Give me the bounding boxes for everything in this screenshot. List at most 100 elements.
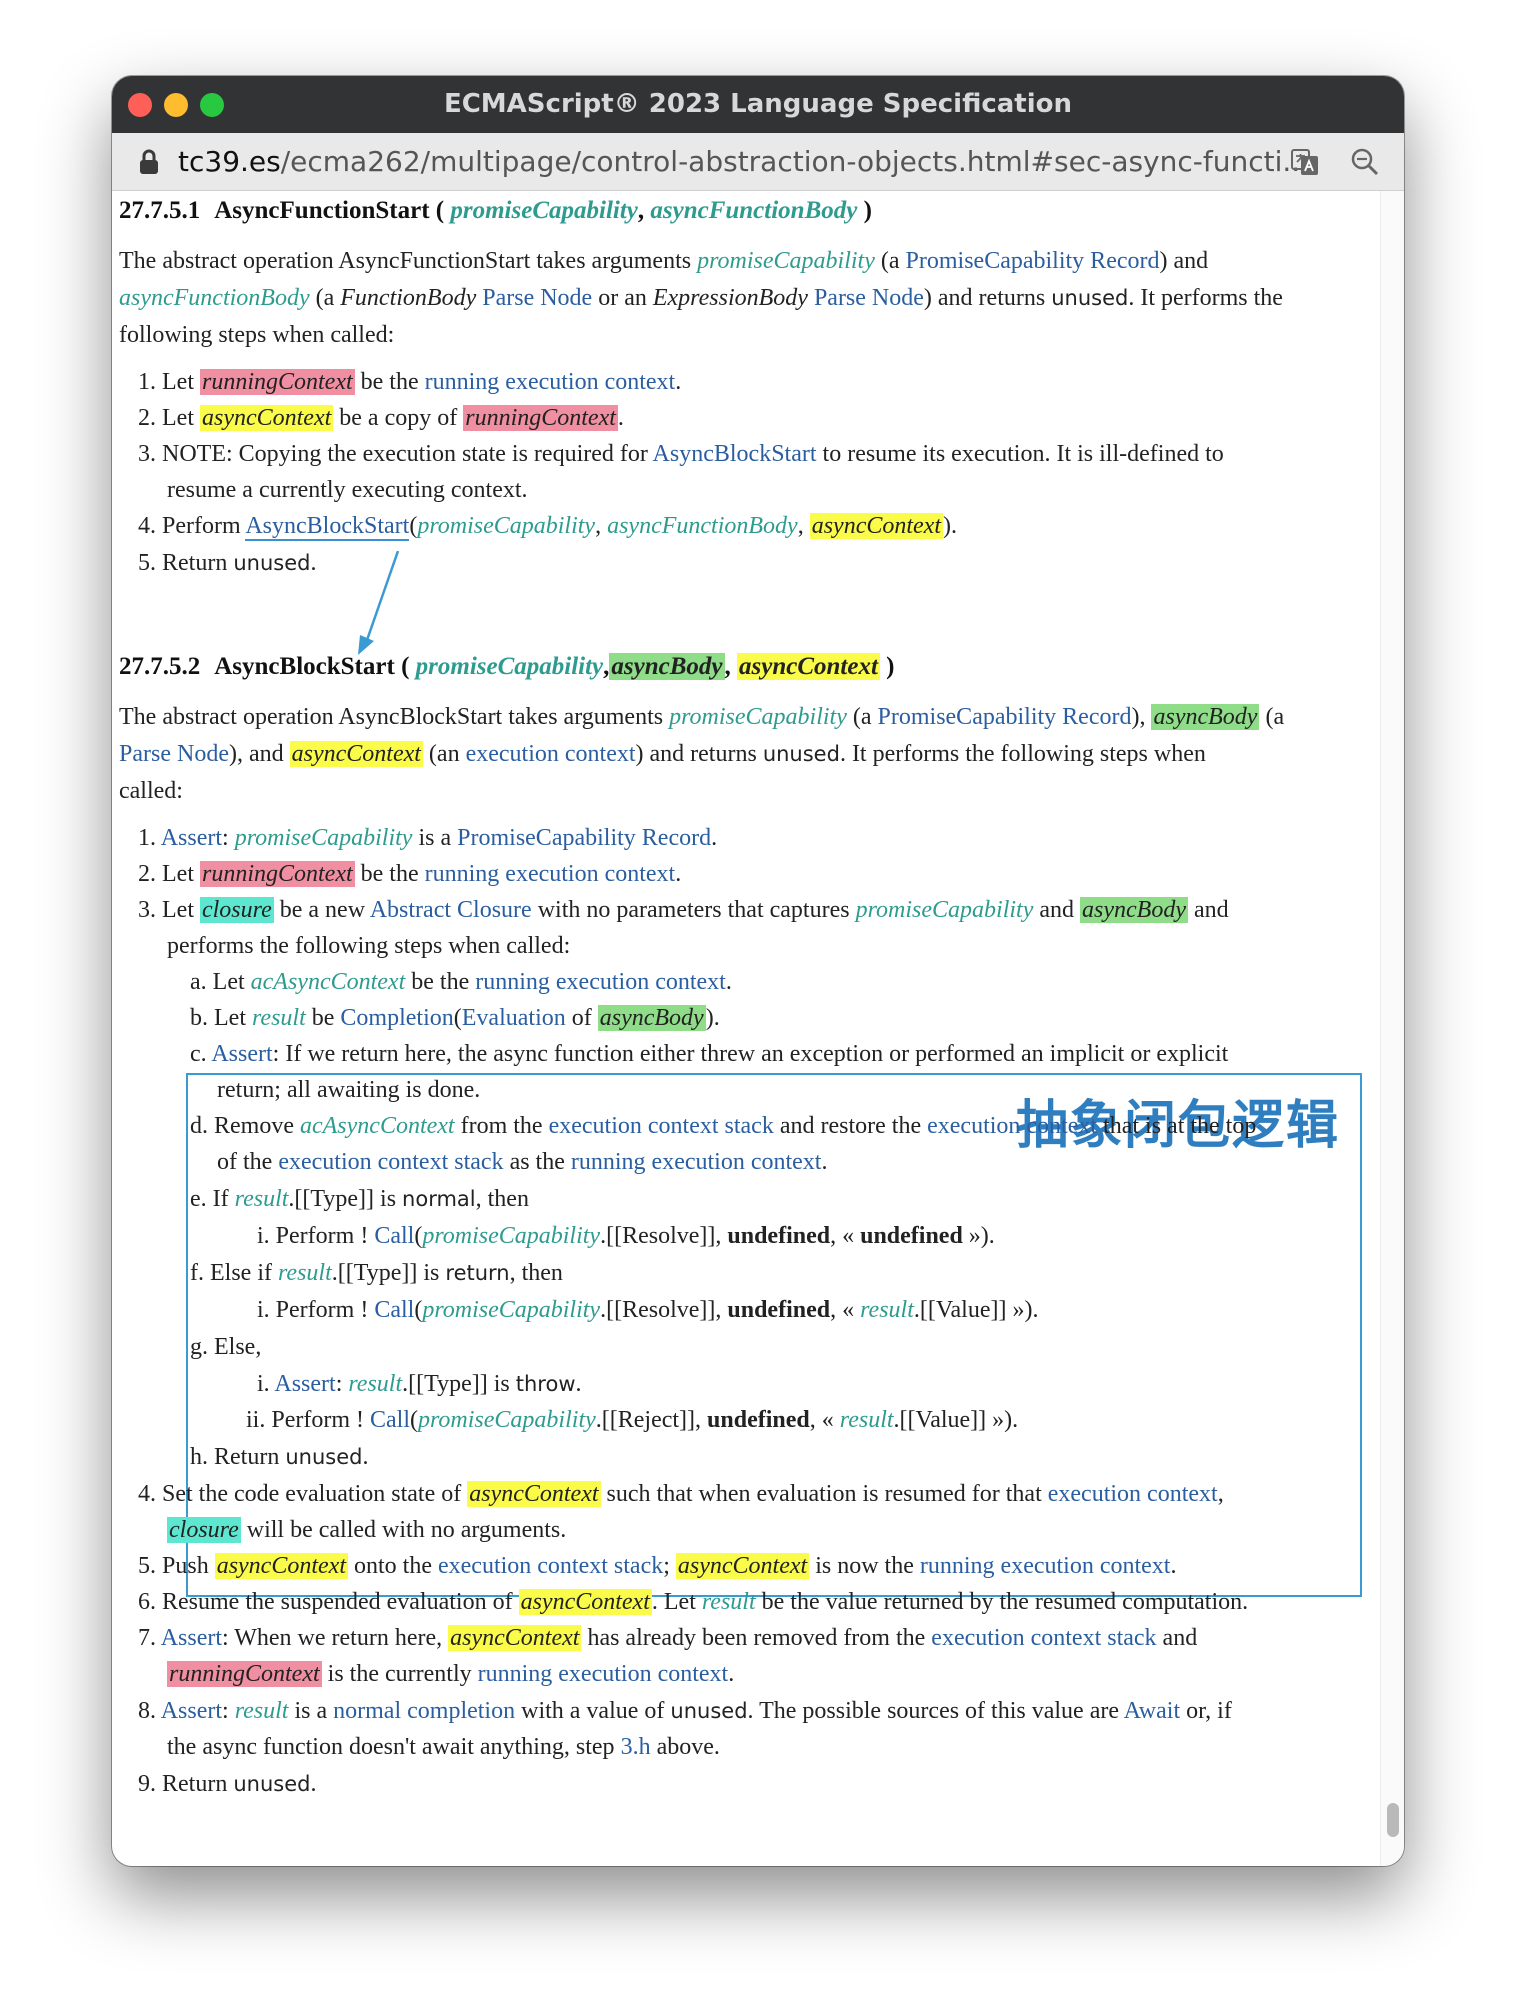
- heading-param[interactable]: promiseCapability: [450, 197, 638, 224]
- variable[interactable]: result: [278, 1260, 332, 1286]
- link[interactable]: Evaluation: [462, 1005, 566, 1031]
- window-title: ECMAScript® 2023 Language Specification: [443, 89, 1073, 119]
- highlighted-variable[interactable]: asyncContext: [289, 741, 423, 767]
- link[interactable]: Parse Node: [482, 285, 592, 311]
- zoom-icon[interactable]: [1350, 147, 1380, 177]
- section-heading-async-function-start: 27.7.5.1 AsyncFunctionStart ( promiseCapa…: [119, 197, 872, 225]
- highlighted-variable[interactable]: asyncContext: [467, 1481, 601, 1507]
- variable[interactable]: result: [252, 1005, 306, 1031]
- variable[interactable]: promiseCapability: [235, 825, 413, 851]
- link[interactable]: running execution context: [478, 1661, 729, 1687]
- link[interactable]: PromiseCapability Record: [457, 825, 711, 851]
- variable[interactable]: result: [235, 1186, 289, 1212]
- variable[interactable]: promiseCapability: [856, 897, 1034, 923]
- text: .: [310, 550, 317, 576]
- heading-param[interactable]: promiseCapability: [416, 653, 604, 680]
- variable[interactable]: promiseCapability: [422, 1297, 600, 1323]
- translate-icon[interactable]: [1290, 147, 1320, 177]
- variable[interactable]: promiseCapability: [417, 513, 595, 539]
- link[interactable]: execution context stack: [549, 1113, 774, 1139]
- highlighted-variable[interactable]: asyncBody: [1080, 897, 1188, 923]
- scrollbar-thumb[interactable]: [1387, 1803, 1399, 1837]
- highlighted-variable[interactable]: asyncBody: [1151, 704, 1260, 730]
- variable[interactable]: asyncFunctionBody: [119, 285, 310, 311]
- section-heading-async-block-start: 27.7.5.2 AsyncBlockStart ( promiseCapabil…: [119, 653, 894, 681]
- variable[interactable]: promiseCapability: [669, 704, 847, 730]
- highlighted-variable[interactable]: runningContext: [199, 861, 355, 887]
- link[interactable]: PromiseCapability Record: [878, 704, 1132, 730]
- link[interactable]: execution context stack: [278, 1149, 503, 1175]
- link[interactable]: PromiseCapability Record: [906, 248, 1160, 274]
- text: and: [1033, 897, 1081, 923]
- link[interactable]: Assert: [274, 1371, 335, 1397]
- text: .[[Resolve]],: [600, 1223, 728, 1249]
- variable[interactable]: result: [235, 1698, 289, 1724]
- link[interactable]: normal completion: [333, 1698, 515, 1724]
- highlighted-variable[interactable]: runningContext: [463, 405, 618, 431]
- text: the async function doesn't await anythin…: [167, 1734, 621, 1760]
- highlighted-variable[interactable]: asyncBody: [597, 1005, 706, 1031]
- variable[interactable]: result: [348, 1371, 402, 1397]
- url-text[interactable]: tc39.es/ecma262/multipage/control-abstra…: [178, 133, 1358, 190]
- link[interactable]: Call: [370, 1407, 410, 1433]
- highlighted-variable[interactable]: asyncContext: [214, 1553, 348, 1579]
- highlighted-variable[interactable]: closure: [199, 897, 274, 923]
- list-item: b. Let result be Completion(Evaluation o…: [190, 1000, 720, 1036]
- link[interactable]: running execution context: [475, 969, 726, 995]
- highlighted-variable[interactable]: asyncContext: [675, 1553, 810, 1579]
- heading-param[interactable]: asyncFunctionBody: [650, 197, 857, 224]
- highlighted-variable[interactable]: closure: [167, 1517, 241, 1543]
- variable[interactable]: acAsyncContext: [251, 969, 406, 995]
- link[interactable]: Call: [374, 1223, 414, 1249]
- highlighted-variable[interactable]: runningContext: [199, 369, 355, 395]
- address-bar[interactable]: tc39.es/ecma262/multipage/control-abstra…: [112, 133, 1404, 191]
- link[interactable]: Await: [1124, 1698, 1180, 1724]
- variable[interactable]: promiseCapability: [697, 248, 875, 274]
- text: Else,: [208, 1334, 262, 1360]
- link[interactable]: running execution context: [425, 369, 676, 395]
- vertical-scrollbar[interactable]: [1380, 191, 1404, 1866]
- link[interactable]: AsyncBlockStart: [653, 441, 817, 467]
- text: be the: [354, 369, 425, 395]
- link[interactable]: Call: [374, 1297, 414, 1323]
- highlighted-variable[interactable]: asyncContext: [199, 405, 334, 431]
- link[interactable]: Assert: [161, 1625, 222, 1651]
- link[interactable]: running execution context: [571, 1149, 822, 1175]
- link[interactable]: execution context stack: [931, 1625, 1156, 1651]
- variable[interactable]: promiseCapability: [422, 1223, 600, 1249]
- highlighted-variable[interactable]: asyncContext: [518, 1589, 652, 1615]
- variable[interactable]: promiseCapability: [418, 1407, 596, 1433]
- link[interactable]: Assert: [161, 1698, 222, 1724]
- link[interactable]: execution context: [466, 741, 636, 767]
- link[interactable]: Parse Node: [814, 285, 924, 311]
- link[interactable]: Assert: [211, 1041, 272, 1067]
- link[interactable]: 3.h: [621, 1734, 651, 1760]
- link[interactable]: Completion: [340, 1005, 453, 1031]
- link[interactable]: AsyncBlockStart: [245, 513, 410, 541]
- highlighted-variable[interactable]: asyncContext: [448, 1625, 582, 1651]
- variable[interactable]: asyncFunctionBody: [607, 513, 798, 539]
- link[interactable]: execution context stack: [438, 1553, 663, 1579]
- variable[interactable]: acAsyncContext: [300, 1113, 455, 1139]
- highlighted-variable[interactable]: runningContext: [167, 1661, 322, 1687]
- link[interactable]: running execution context: [920, 1553, 1171, 1579]
- variable[interactable]: result: [860, 1297, 914, 1323]
- spec-value: unused: [670, 1699, 748, 1723]
- highlighted-variable[interactable]: asyncContext: [809, 513, 943, 539]
- variable[interactable]: result: [840, 1407, 894, 1433]
- link[interactable]: execution context: [1048, 1481, 1218, 1507]
- link[interactable]: Abstract Closure: [370, 897, 532, 923]
- text: Let: [156, 369, 200, 395]
- heading-param[interactable]: asyncBody: [609, 653, 725, 680]
- text: above.: [650, 1734, 720, 1760]
- link[interactable]: Assert: [161, 825, 222, 851]
- text: and restore the: [773, 1113, 928, 1139]
- link[interactable]: execution context: [927, 1113, 1097, 1139]
- variable[interactable]: result: [702, 1589, 756, 1615]
- heading-param[interactable]: asyncContext: [737, 653, 880, 680]
- link[interactable]: Parse Node: [119, 741, 229, 767]
- list-item: 6. Resume the suspended evaluation of as…: [138, 1584, 1248, 1620]
- text: Let: [208, 1005, 252, 1031]
- text: : When we return here,: [222, 1625, 449, 1651]
- link[interactable]: running execution context: [425, 861, 676, 887]
